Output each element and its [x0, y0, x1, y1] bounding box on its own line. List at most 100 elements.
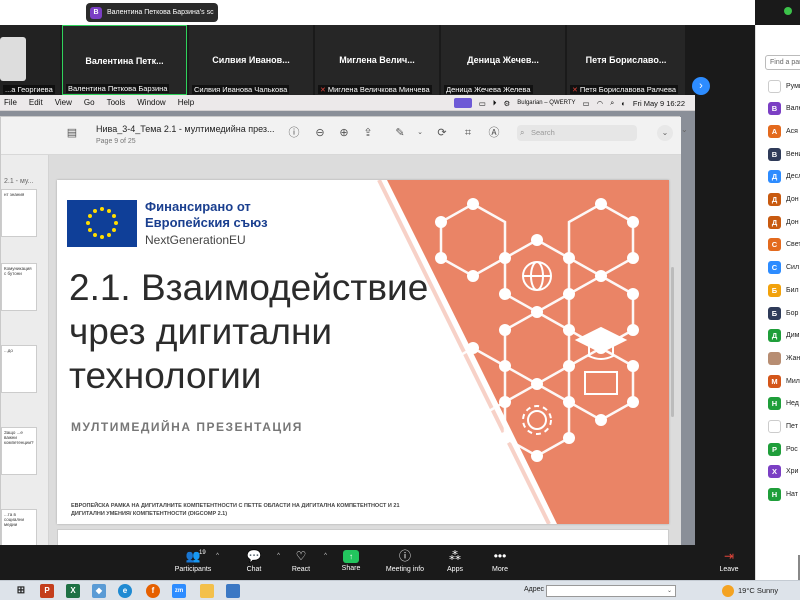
more-button[interactable]: ••• More [470, 549, 530, 573]
participant-list-item[interactable]: В Вени [768, 146, 800, 162]
avatar: В [768, 102, 781, 116]
windows-start-icon[interactable]: ⊞ [14, 584, 28, 598]
excel-icon[interactable]: X [66, 584, 80, 598]
keyboard-layout[interactable]: Bulgarian – QWERTY [517, 100, 575, 106]
markup-icon[interactable]: Ⓐ [487, 126, 501, 140]
eu-flag-logo [67, 200, 137, 247]
participant-name: Мил [786, 377, 800, 385]
participants-button[interactable]: 👥 19 Participants ^ [163, 549, 223, 573]
search-placeholder: Search [531, 128, 555, 137]
participant-list-item[interactable]: Пет [768, 419, 798, 435]
participant-list-item[interactable]: Р Рос [768, 441, 798, 457]
participant-name: Хри [786, 468, 799, 476]
cast-icon[interactable]: ▭ [479, 99, 486, 108]
chevron-down-icon[interactable]: ⌄ [657, 125, 673, 141]
participant-list-item[interactable]: Х Хри [768, 464, 798, 480]
menu-window[interactable]: Window [131, 98, 171, 107]
page-thumbnail[interactable]: ...та в социални медии [1, 509, 37, 547]
leave-button[interactable]: ⇥ Leave [699, 549, 759, 573]
share-screen-button[interactable]: ↑ Share [321, 549, 381, 572]
menu-go[interactable]: Go [78, 98, 101, 107]
play-icon[interactable]: ⏵ [493, 98, 497, 108]
screen-record-icon[interactable] [453, 98, 472, 108]
avatar [768, 79, 781, 93]
firefox-icon[interactable]: f [146, 584, 160, 598]
crop-icon[interactable]: ⌗ [461, 126, 475, 140]
participant-list-item[interactable]: Жан [768, 350, 800, 366]
participant-search-input[interactable]: Find a participant [765, 55, 800, 70]
chevron-down-icon[interactable]: ⌄ [667, 586, 672, 596]
participant-list-item[interactable]: А Ася [768, 123, 798, 139]
slide-page: Финансирано от Европейския съюз NextGene… [57, 180, 669, 524]
participants-panel: Find a participant Руми В Вале А Ася В Вени Д Де… [755, 25, 800, 595]
menu-edit[interactable]: Edit [23, 98, 49, 107]
participant-name: Бор [786, 309, 799, 317]
powerpoint-icon[interactable]: P [40, 584, 54, 598]
share-icon[interactable]: ⇪ [361, 126, 375, 140]
video-tile-active-speaker[interactable]: Валентина Петк... Валентина Петкова Барз… [62, 25, 187, 95]
participant-list-item[interactable]: Н Нед [768, 396, 799, 412]
participants-icon: 👥 [185, 549, 201, 563]
leave-icon: ⇥ [723, 549, 735, 563]
participant-name: ✕ Петя Бориславова Ралчева [570, 85, 679, 94]
chevron-down-icon[interactable]: ⌄ [681, 125, 693, 137]
chevron-up-icon[interactable]: ^ [216, 553, 219, 559]
avatar: Х [768, 465, 781, 479]
participant-list-item[interactable]: С Сил [768, 260, 799, 276]
wifi-icon[interactable]: ◠ [597, 99, 604, 108]
avatar: Д [768, 170, 781, 184]
file-explorer-icon[interactable] [200, 584, 214, 598]
battery-icon[interactable]: ▭ [583, 99, 590, 108]
sidebar-toggle-icon[interactable]: ▤ [65, 126, 79, 140]
participant-list-item[interactable]: М Мил [768, 373, 800, 389]
page-indicator: Page 9 of 25 [96, 138, 136, 145]
info-icon[interactable]: ⓘ [287, 126, 301, 140]
menu-help[interactable]: Help [172, 98, 200, 107]
rotate-icon[interactable]: ⟳ [435, 126, 449, 140]
page-thumbnail[interactable]: ...до [1, 345, 37, 393]
page-thumbnail[interactable]: Комуникация с бутони [1, 263, 37, 311]
video-tile[interactable]: Петя Бориславо... ✕ Петя Бориславова Ралч… [567, 25, 685, 95]
scrollbar[interactable] [671, 267, 674, 417]
chevron-down-icon[interactable]: ⌄ [413, 126, 427, 140]
menu-view[interactable]: View [49, 98, 78, 107]
participant-list-item[interactable]: Б Бор [768, 305, 798, 321]
screen-share-indicator[interactable]: В Валентина Петкова Барзина's sc ••• [86, 3, 218, 22]
document-view[interactable]: Финансирано от Европейския съюз NextGene… [49, 155, 681, 547]
slide-footer: ЕВРОПЕЙСКА РАМКА НА ДИГИТАЛНИТЕ КОМПЕТЕН… [71, 503, 400, 517]
participant-name: ...а Георгиева [3, 85, 55, 94]
participant-list-item[interactable]: Д Дим [768, 328, 799, 344]
zoom-icon[interactable]: zm [172, 584, 186, 598]
zoom-out-icon[interactable]: ⊖ [313, 126, 327, 140]
edge-icon[interactable]: e [118, 584, 132, 598]
participant-list-item[interactable]: Б Бил [768, 282, 799, 298]
copilot-icon[interactable]: ◆ [92, 584, 106, 598]
network-icon[interactable] [226, 584, 240, 598]
participant-list-item[interactable]: Д Дон [768, 214, 799, 230]
menu-file[interactable]: File [0, 98, 23, 107]
video-tile[interactable]: ...а Георгиева [0, 25, 60, 95]
search-icon[interactable]: ⌕ [610, 98, 614, 108]
participant-list-item[interactable]: Н Нат [768, 487, 798, 503]
avatar: Р [768, 442, 781, 456]
gear-icon[interactable]: ⚙ [504, 99, 511, 108]
participant-name: Рос [786, 445, 798, 453]
participant-list-item[interactable]: Руми [768, 78, 800, 94]
markup-pen-icon[interactable]: ✎ [393, 126, 407, 140]
video-tile[interactable]: Деница Жечев... Деница Жечева Желева [441, 25, 565, 95]
participant-list-item[interactable]: С Свет [768, 237, 800, 253]
search-field[interactable]: ⌕ Search [517, 125, 637, 141]
video-tile[interactable]: Миглена Велич... ✕ Миглена Величкова Минч… [315, 25, 439, 95]
chevron-right-icon[interactable]: › [692, 77, 710, 95]
participant-list-item[interactable]: Д Дон [768, 192, 799, 208]
menu-tools[interactable]: Tools [101, 98, 132, 107]
zoom-in-icon[interactable]: ⊕ [337, 126, 351, 140]
participant-list-item[interactable]: В Вале [768, 101, 800, 117]
eu-funding-line2: Европейския съюз [145, 215, 268, 230]
address-input[interactable]: ⌄ [546, 585, 676, 597]
page-thumbnail[interactable]: нт знания [1, 189, 37, 237]
video-tile[interactable]: Силвия Иванов... Силвия Иванова Чалькова [189, 25, 313, 95]
control-center-icon[interactable]: ◐ [621, 99, 626, 108]
page-thumbnail[interactable]: Защо ...е важни компетенции? [1, 427, 37, 475]
participant-list-item[interactable]: Д Десл [768, 169, 800, 185]
